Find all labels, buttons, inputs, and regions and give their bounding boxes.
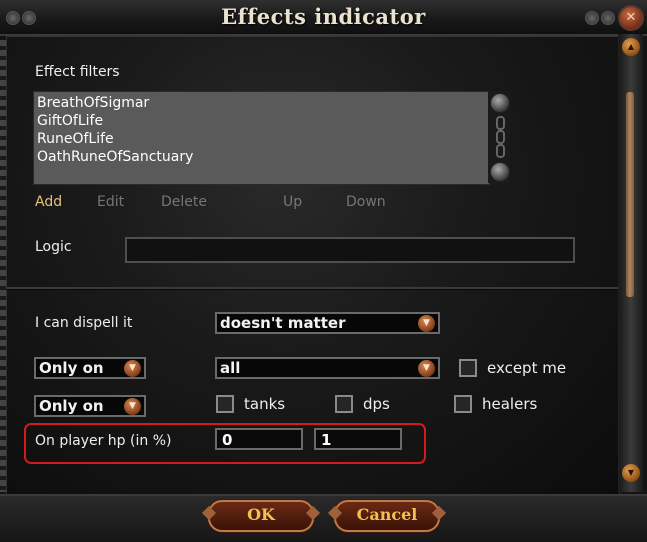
chain-icon — [496, 130, 505, 144]
list-item[interactable]: GiftOfLife — [37, 112, 103, 130]
target-mode-dropdown[interactable]: Only on ▼ — [34, 357, 146, 379]
title-bar[interactable]: Effects indicator ✕ — [0, 0, 647, 36]
player-hp-label: On player hp (in %) — [35, 433, 172, 449]
list-item[interactable]: BreathOfSigmar — [37, 94, 149, 112]
effects-indicator-window: Effects indicator ✕ Effect filters Breat… — [0, 0, 647, 542]
hp-min-value: 0 — [222, 431, 233, 449]
hp-min-input[interactable]: 0 — [215, 428, 303, 450]
list-item[interactable]: RuneOfLife — [37, 130, 114, 148]
chevron-down-icon[interactable]: ▼ — [418, 315, 435, 332]
dispell-dropdown[interactable]: doesn't matter ▼ — [215, 312, 440, 334]
chevron-down-icon[interactable]: ▼ — [418, 360, 435, 377]
chevron-down-icon[interactable]: ▼ — [124, 360, 141, 377]
effect-filters-scrollbar[interactable] — [488, 91, 510, 183]
dispell-label: I can dispell it — [35, 315, 133, 331]
scroll-down-knob-icon[interactable] — [490, 162, 510, 182]
role-mode-value: Only on — [39, 397, 104, 415]
target-group-value: all — [220, 359, 241, 377]
chevron-down-icon[interactable]: ▼ — [124, 398, 141, 415]
add-filter-button[interactable]: Add — [35, 194, 62, 210]
title-ornament-right-icon — [583, 7, 617, 27]
target-mode-value: Only on — [39, 359, 104, 377]
except-me-checkbox[interactable] — [459, 359, 477, 377]
close-icon: ✕ — [625, 10, 637, 25]
ok-button[interactable]: OK — [208, 500, 314, 532]
scroll-thumb[interactable] — [626, 92, 634, 297]
except-me-label: except me — [487, 359, 567, 377]
dispell-value: doesn't matter — [220, 314, 346, 332]
logic-input[interactable] — [125, 237, 575, 263]
main-scrollbar[interactable]: ▲ ▼ — [618, 34, 643, 492]
dps-checkbox[interactable] — [335, 395, 353, 413]
dialog-footer — [0, 494, 647, 542]
window-title: Effects indicator — [221, 4, 426, 29]
dps-label: dps — [363, 395, 390, 413]
effect-filters-label: Effect filters — [35, 64, 120, 80]
logic-label: Logic — [35, 239, 72, 255]
scroll-up-knob-icon[interactable] — [490, 93, 510, 113]
scroll-down-icon[interactable]: ▼ — [622, 464, 640, 482]
hp-max-value: 1 — [321, 431, 332, 449]
cancel-button[interactable]: Cancel — [334, 500, 440, 532]
close-button[interactable]: ✕ — [618, 5, 644, 31]
chain-icon — [496, 116, 505, 130]
target-group-dropdown[interactable]: all ▼ — [215, 357, 440, 379]
healers-label: healers — [482, 395, 538, 413]
role-mode-dropdown[interactable]: Only on ▼ — [34, 395, 146, 417]
chain-icon — [496, 144, 505, 158]
tanks-checkbox[interactable] — [216, 395, 234, 413]
move-up-button[interactable]: Up — [283, 194, 302, 210]
effect-filters-list[interactable]: BreathOfSigmar GiftOfLife RuneOfLife Oat… — [33, 91, 490, 185]
tanks-label: tanks — [244, 395, 286, 413]
list-item[interactable]: OathRuneOfSanctuary — [37, 148, 193, 166]
section-divider — [6, 287, 618, 290]
move-down-button[interactable]: Down — [346, 194, 386, 210]
scroll-up-icon[interactable]: ▲ — [622, 38, 640, 56]
edit-filter-button[interactable]: Edit — [97, 194, 124, 210]
healers-checkbox[interactable] — [454, 395, 472, 413]
delete-filter-button[interactable]: Delete — [161, 194, 207, 210]
hp-max-input[interactable]: 1 — [314, 428, 402, 450]
